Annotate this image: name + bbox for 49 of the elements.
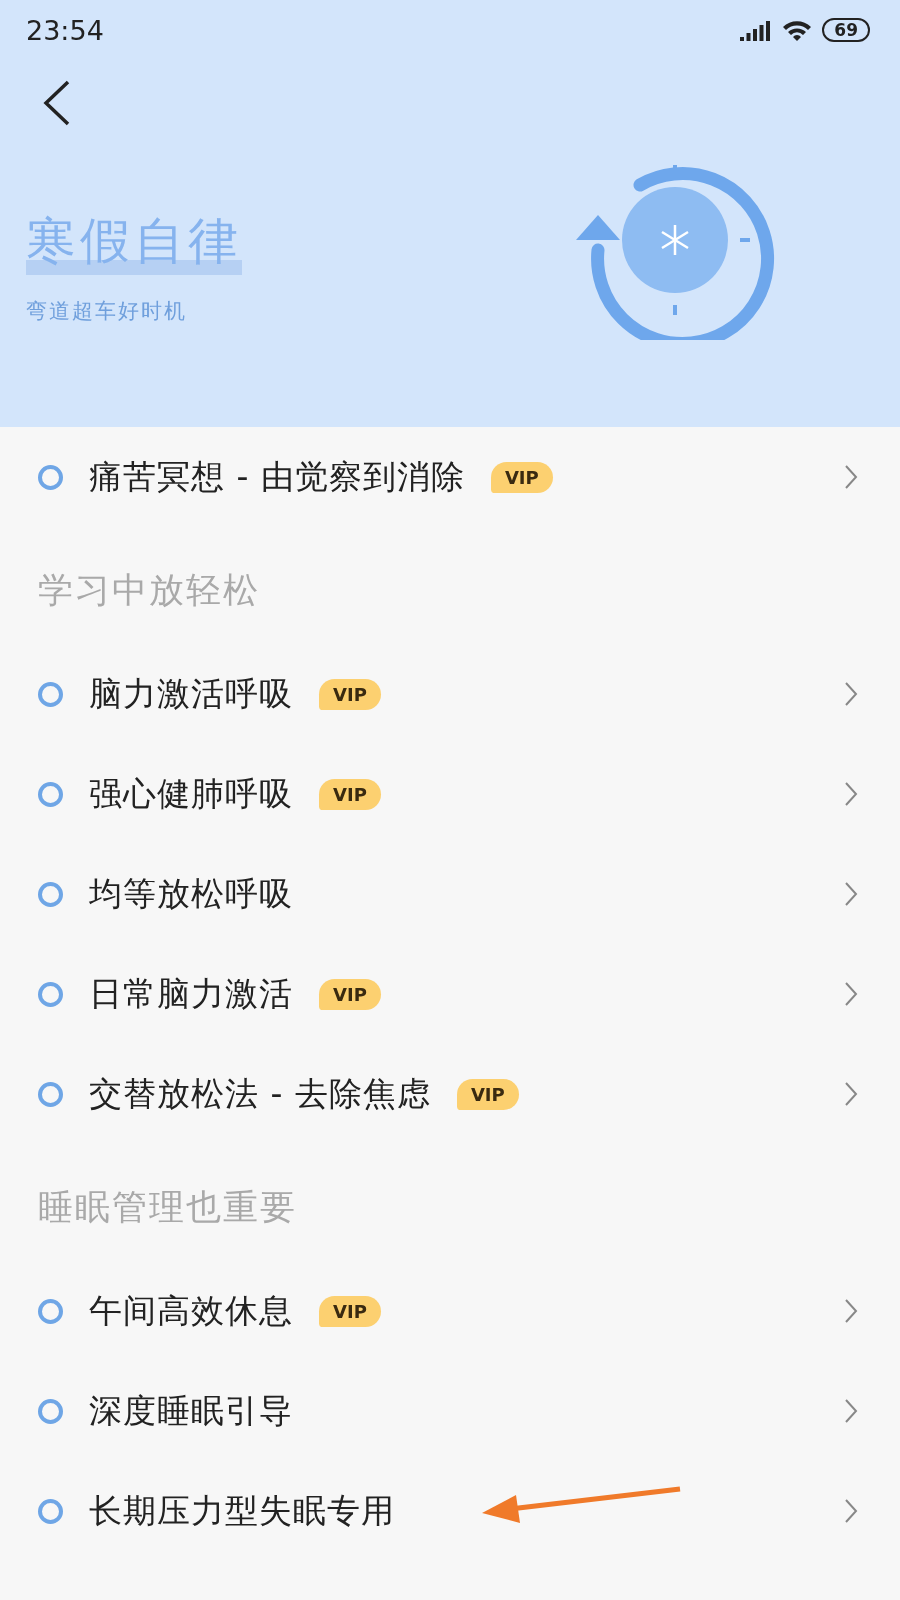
bullet-icon xyxy=(38,781,63,807)
chevron-icon xyxy=(844,681,858,707)
row-label: 深度睡眠引导 xyxy=(89,1389,293,1432)
bullet-icon xyxy=(38,1398,63,1424)
list-row[interactable]: 脑力激活呼吸 VIP xyxy=(38,644,858,744)
chevron-icon xyxy=(844,464,858,490)
row-label: 均等放松呼吸 xyxy=(89,872,293,915)
chevron-icon xyxy=(844,781,858,807)
list-row[interactable]: 午间高效休息 VIP xyxy=(38,1261,858,1361)
page-subtitle: 弯道超车好时机 xyxy=(26,298,188,325)
section-title: 睡眠管理也重要 xyxy=(38,1186,298,1229)
status-time: 23:54 xyxy=(26,14,104,46)
row-label: 交替放松法 - 去除焦虑 xyxy=(89,1072,431,1115)
row-label: 脑力激活呼吸 xyxy=(89,672,293,715)
bullet-icon xyxy=(38,881,63,907)
list-row[interactable]: 日常脑力激活 VIP xyxy=(38,944,858,1044)
bullet-icon xyxy=(38,1081,63,1107)
row-label: 强心健肺呼吸 xyxy=(89,772,293,815)
vip-badge: VIP xyxy=(319,678,381,710)
vip-badge: VIP xyxy=(490,461,553,493)
list-row[interactable]: 深度睡眠引导 xyxy=(38,1361,858,1461)
chevron-icon xyxy=(844,1498,858,1524)
row-label: 日常脑力激活 xyxy=(89,972,293,1015)
list-row[interactable]: 交替放松法 - 去除焦虑 VIP xyxy=(38,1044,858,1144)
signal-icon xyxy=(740,19,773,41)
row-label: 午间高效休息 xyxy=(89,1289,293,1332)
row-label: 长期压力型失眠专用 xyxy=(89,1489,395,1532)
chevron-icon xyxy=(844,981,858,1007)
list-row[interactable]: 强心健肺呼吸 VIP xyxy=(38,744,858,844)
chevron-icon xyxy=(844,1398,858,1424)
bullet-icon xyxy=(38,1498,63,1524)
battery-indicator: 69 xyxy=(822,18,870,42)
section-title: 学习中放轻松 xyxy=(38,569,261,612)
bullet-icon xyxy=(38,1298,63,1324)
chevron-icon xyxy=(844,1298,858,1324)
chevron-icon xyxy=(844,881,858,907)
chevron-icon xyxy=(844,1081,858,1107)
vip-badge: VIP xyxy=(456,1078,519,1110)
bullet-icon xyxy=(38,681,63,707)
vip-badge: VIP xyxy=(319,1295,381,1327)
wifi-icon xyxy=(782,19,813,41)
bullet-icon xyxy=(38,464,63,490)
row-label: 痛苦冥想 - 由觉察到消除 xyxy=(89,455,465,498)
list-row[interactable]: 长期压力型失眠专用 xyxy=(38,1461,858,1561)
list-row[interactable]: 均等放松呼吸 xyxy=(38,844,858,944)
vip-badge: VIP xyxy=(319,778,381,810)
vip-badge: VIP xyxy=(319,978,381,1010)
list-row[interactable]: 痛苦冥想 - 由觉察到消除 VIP xyxy=(38,427,858,527)
bullet-icon xyxy=(38,981,63,1007)
